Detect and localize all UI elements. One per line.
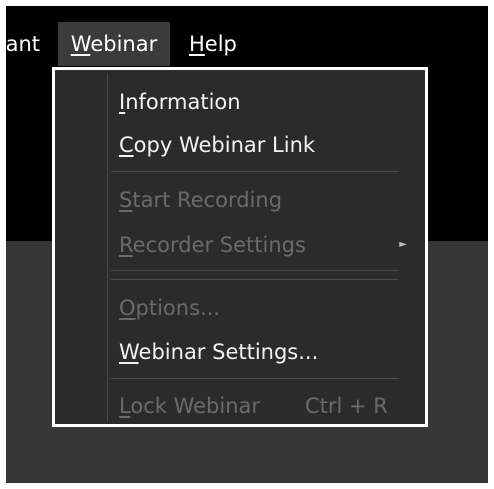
- menu-item-copy-webinar-link-mnemonic: C: [119, 133, 134, 157]
- menu-webinar[interactable]: Webinar: [58, 22, 170, 66]
- menu-item-recorder-settings-label: ecorder Settings: [132, 233, 306, 257]
- menu-item-information-label: nformation: [125, 90, 241, 114]
- menu-help[interactable]: Help: [189, 22, 237, 66]
- menu-participant-label: Participant: [6, 32, 40, 56]
- menu-help-mnemonic: H: [189, 32, 205, 56]
- menu-separator: [111, 279, 399, 280]
- menu-item-lock-webinar-label: ock Webinar: [130, 394, 261, 418]
- menu-item-copy-webinar-link-label: opy Webinar Link: [133, 133, 316, 157]
- menu-item-webinar-settings-label: ebinar Settings...: [138, 340, 319, 364]
- menu-item-recorder-settings-mnemonic: R: [119, 233, 133, 257]
- menu-item-copy-webinar-link[interactable]: Copy Webinar Link: [119, 125, 415, 165]
- menu-participant[interactable]: Participant: [6, 22, 42, 66]
- menu-separator: [111, 270, 399, 271]
- webinar-dropdown-menu: Information Copy Webinar Link Start Reco…: [52, 67, 428, 427]
- menu-icon-gutter-divider: [107, 73, 108, 421]
- menu-separator: [111, 171, 399, 172]
- menu-item-options-label: ptions...: [135, 296, 221, 320]
- menu-item-webinar-settings[interactable]: Webinar Settings...: [119, 332, 415, 372]
- menu-webinar-mnemonic: W: [70, 32, 91, 56]
- menu-item-options[interactable]: Options...: [119, 288, 415, 328]
- menu-item-start-recording-mnemonic: S: [119, 188, 133, 212]
- menu-item-information[interactable]: Information: [119, 82, 415, 122]
- menu-item-lock-webinar-shortcut: Ctrl + R: [305, 394, 388, 418]
- menu-item-recorder-settings[interactable]: Recorder Settings ►: [119, 225, 415, 265]
- menu-item-lock-webinar-mnemonic: L: [119, 394, 131, 418]
- menu-separator: [111, 378, 399, 379]
- menu-item-start-recording[interactable]: Start Recording: [119, 180, 415, 220]
- menu-item-options-mnemonic: O: [119, 296, 136, 320]
- menu-webinar-label: ebinar: [90, 32, 158, 56]
- menu-item-lock-webinar[interactable]: Lock Webinar Ctrl + R: [119, 386, 415, 426]
- app-window: Participant Webinar Help Information Cop…: [6, 6, 488, 483]
- menu-item-webinar-settings-mnemonic: W: [119, 340, 139, 364]
- chevron-right-icon: ►: [399, 239, 407, 250]
- menu-item-start-recording-label: tart Recording: [132, 188, 283, 212]
- menu-help-label: elp: [204, 32, 237, 56]
- menu-bar: Participant Webinar Help: [6, 22, 488, 66]
